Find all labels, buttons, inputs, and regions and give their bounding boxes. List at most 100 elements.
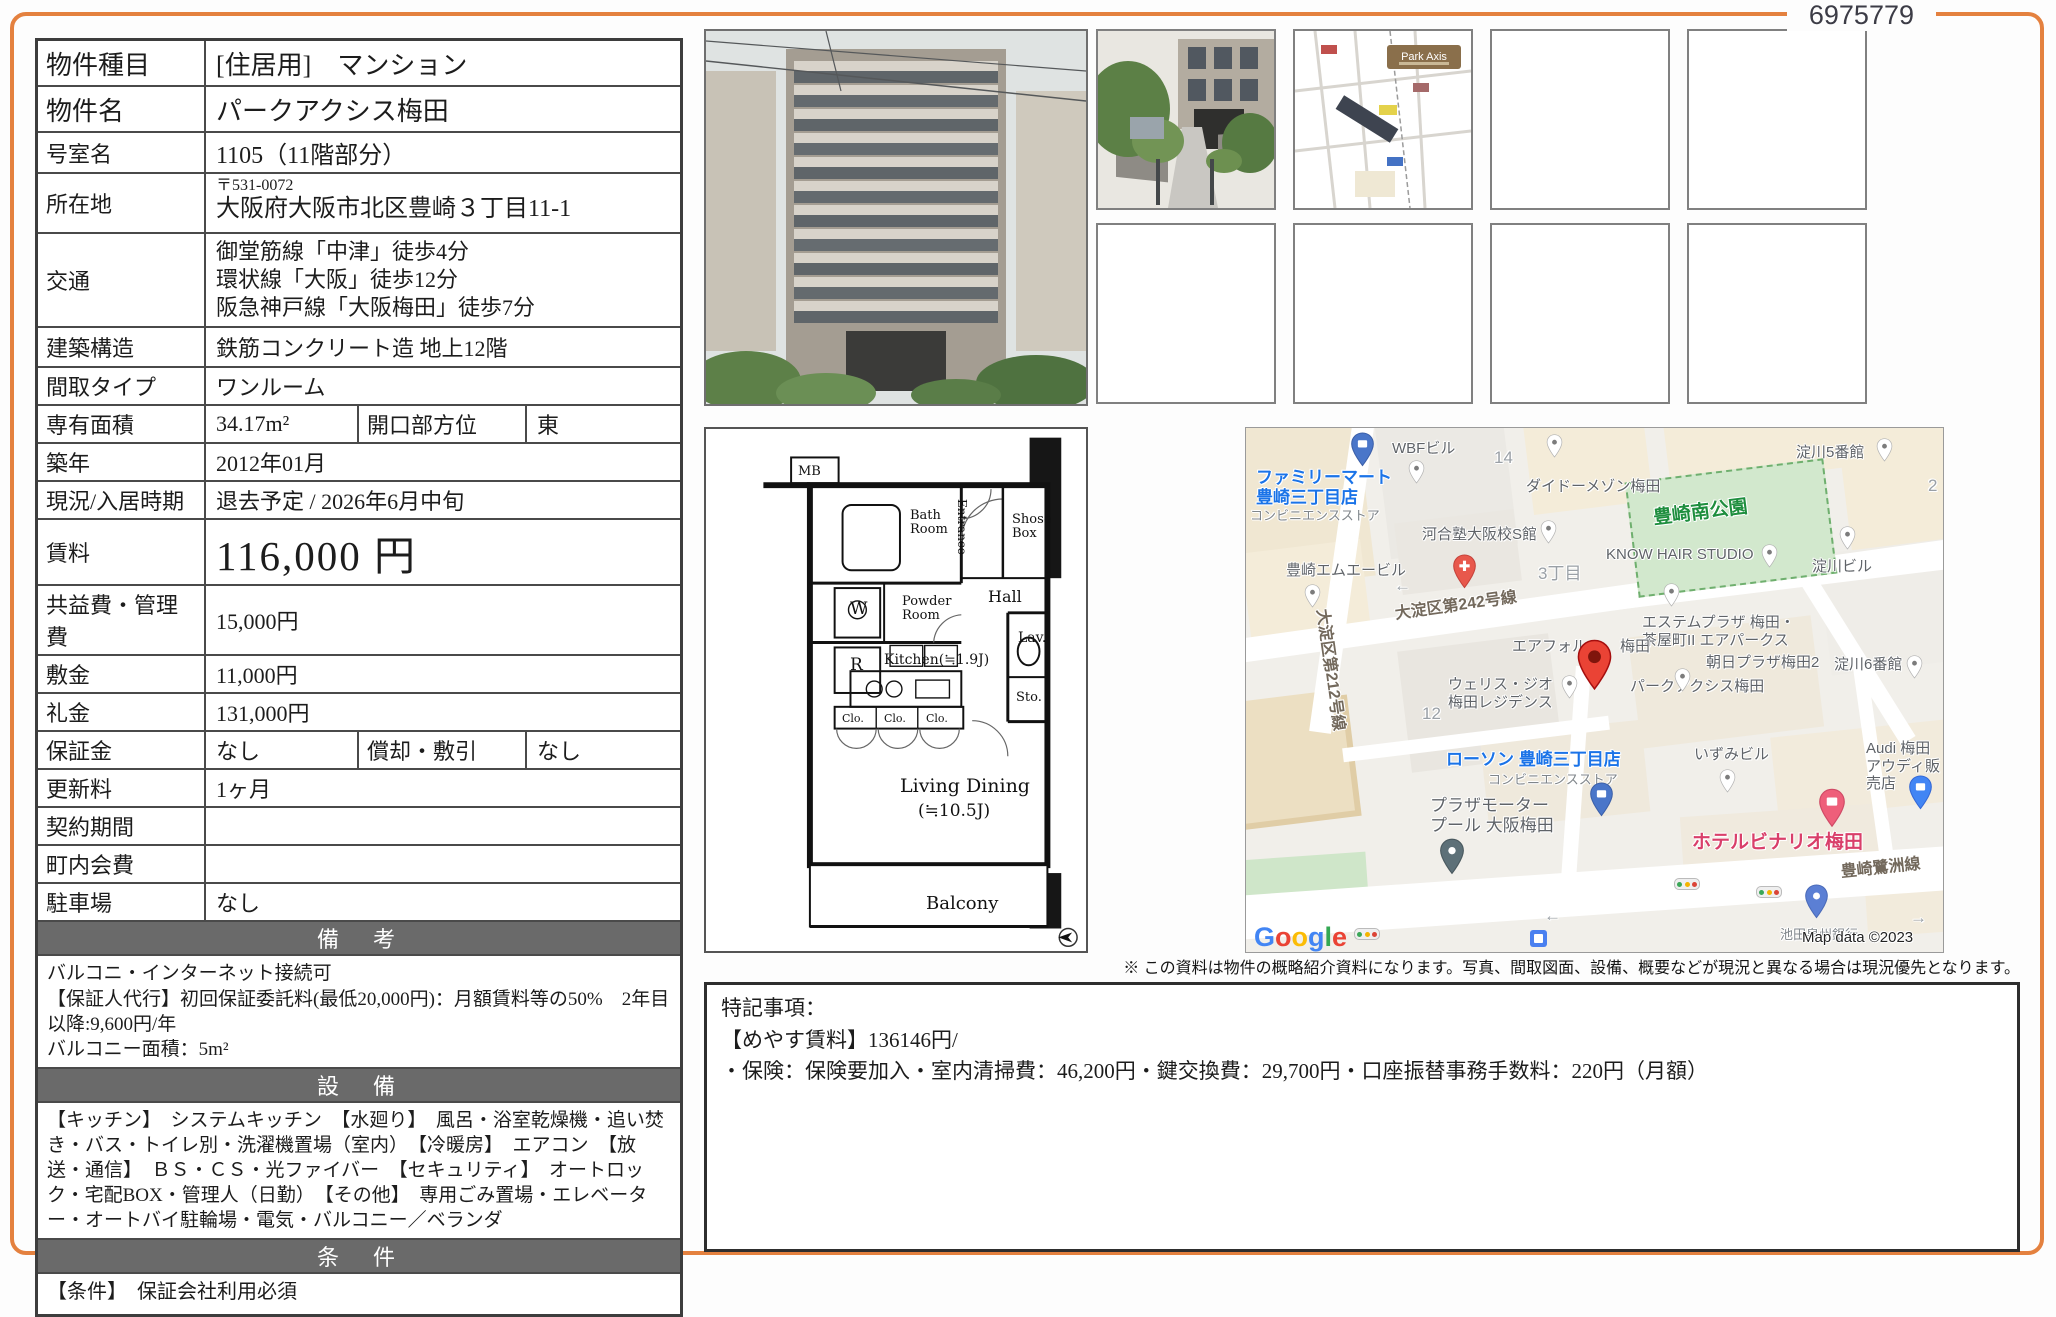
floorplan-label: Clo. <box>884 713 906 725</box>
notes-line: ・保険：保険要加入・室内清掃費：46,200円・鍵交換費：29,700円・口座振… <box>721 1056 2003 1088</box>
map-label: 淀川6番館 <box>1834 656 1902 674</box>
floorplan-label: Hall <box>988 589 1022 606</box>
location-map: WBFビルファミリーマート 豊崎三丁目店コンビニエンスストア 14 ダイドーメゾン梅… <box>1245 427 1944 953</box>
map-label: WBFビル <box>1392 440 1455 458</box>
map-label: ダイドーメゾン梅田 <box>1526 478 1660 496</box>
floorplan-label: Living Dining <box>900 777 1030 797</box>
map-pin-bank <box>1804 884 1829 919</box>
table-row: 物件種目[住居用] マンション <box>38 41 680 85</box>
google-logo-letter: o <box>1275 922 1292 952</box>
table-row-rent: 賃料116,000 円 <box>38 518 680 584</box>
map-label: 2 <box>1928 476 1937 496</box>
floorplan-label: MB <box>798 465 821 479</box>
floorplan-label: Clo. <box>926 713 948 725</box>
map-pin-poi <box>1674 668 1691 692</box>
floorplan-label: Powder Room <box>902 595 951 622</box>
entrance-photo-thumb <box>1096 29 1276 210</box>
conditions-body: 【条件】 保証会社利用必須 <box>38 1272 680 1314</box>
empty-photo-slot <box>1490 223 1670 404</box>
transport-line: 環状線「大阪」徒歩12分 <box>216 266 670 294</box>
map-pin-poi <box>1663 583 1680 607</box>
map-label: 3丁目 <box>1538 564 1581 584</box>
table-row-transport: 交通 御堂筋線「中津」徒歩4分 環状線「大阪」徒歩12分 阪急神戸線「大阪梅田」… <box>38 232 680 326</box>
map-pin-poi <box>1761 544 1778 568</box>
property-location-marker <box>1576 639 1613 691</box>
postal-code: 〒531-0072 <box>216 177 670 195</box>
floorplan-label: Sto. <box>1016 691 1042 705</box>
map-label: 14 <box>1494 448 1513 468</box>
map-label: 河合塾大阪校S館 <box>1422 526 1537 544</box>
map-label: 朝日プラザ梅田2 <box>1706 654 1819 672</box>
map-pin-poi <box>1906 655 1923 679</box>
google-logo-letter: G <box>1254 922 1275 952</box>
table-row: 号室名1105（11階部分） <box>38 131 680 172</box>
table-row-address: 所在地 〒531-0072 大阪府大阪市北区豊崎３丁目11-1 <box>38 172 680 232</box>
floorplan-label: Balcony <box>926 895 998 914</box>
traffic-light-icon <box>1756 886 1782 898</box>
map-label: コンビニエンスストア <box>1250 508 1380 523</box>
floorplan-label: Kitchen(≒1.9J) <box>884 653 989 668</box>
empty-photo-slot <box>1687 223 1867 404</box>
remarks-header: 備 考 <box>38 920 680 954</box>
building-photo <box>704 29 1088 406</box>
map-label: パークアクシス梅田 <box>1630 678 1764 696</box>
floorplan: MBBath RoomEntranceShose BoxHallWPowder … <box>704 427 1088 953</box>
map-pin-store <box>1350 432 1375 467</box>
property-table: 物件種目[住居用] マンション 物件名パークアクシス梅田 号室名1105（11階… <box>35 38 683 1317</box>
equipment-header: 設 備 <box>38 1067 680 1101</box>
table-row-area: 専有面積34.17m²開口部方位東 <box>38 404 680 442</box>
map-pin-hosp <box>1452 554 1477 589</box>
map-pin-poi <box>1839 526 1856 550</box>
map-label: 淀川ビル <box>1812 558 1872 576</box>
map-label: プラザモーター プール 大阪梅田 <box>1430 796 1554 836</box>
map-label: 12 <box>1422 704 1441 724</box>
map-label: 淀川5番館 <box>1796 444 1864 462</box>
table-row: 敷金11,000円 <box>38 654 680 692</box>
access-map-brand: Park Axis <box>1401 51 1447 63</box>
remarks-line: 【保証人代行】初回保証委託料(最低20,000円)：月額賃料等の50% 2年目以… <box>47 987 671 1037</box>
traffic-light-icon <box>1354 928 1380 940</box>
map-pin-shop <box>1908 775 1933 810</box>
rent-amount: 116,000 円 <box>206 520 680 584</box>
table-row-deposit: 保証金なし償却・敷引なし <box>38 730 680 768</box>
map-pin-poi <box>1408 460 1425 484</box>
map-label: 梅田 <box>1620 638 1650 656</box>
special-notes-box: 特記事項： 【めやす賃料】136146円/ ・保険：保険要加入・室内清掃費：46… <box>704 982 2020 1252</box>
floorplan-label: Entrance <box>955 499 968 555</box>
table-row: 築年2012年01月 <box>38 442 680 480</box>
table-row: 建築構造鉄筋コンクリート造 地上12階 <box>38 326 680 366</box>
map-label: 豊崎エムエービル <box>1286 562 1406 580</box>
conditions-header: 条 件 <box>38 1238 680 1272</box>
map-pin-poi <box>1540 520 1557 544</box>
empty-photo-slot <box>1293 223 1473 404</box>
map-pin-store <box>1589 782 1614 817</box>
empty-photo-slot <box>1096 223 1276 404</box>
map-pin-teal <box>1439 838 1465 875</box>
remarks-line: バルコニ・インターネット接続可 <box>47 961 671 986</box>
map-pin-poi <box>1719 769 1736 793</box>
table-row: 礼金131,000円 <box>38 692 680 730</box>
google-logo-letter: e <box>1332 922 1347 952</box>
empty-photo-slot <box>1490 29 1670 210</box>
remarks-body: バルコニ・インターネット接続可 【保証人代行】初回保証委託料(最低20,000円… <box>38 954 680 1066</box>
map-label: → <box>1910 908 1927 928</box>
thumbnail-grid: Park Axis <box>1096 29 1868 404</box>
google-logo-letter: o <box>1292 922 1309 952</box>
map-label: ← <box>1544 906 1561 926</box>
map-label: ローソン 豊崎三丁目店 <box>1446 750 1621 770</box>
floorplan-label: Clo. <box>842 713 864 725</box>
floorplan-label: R <box>850 657 863 675</box>
map-pin-poi <box>1546 434 1563 458</box>
floorplan-label: W <box>850 601 867 619</box>
remarks-line: バルコニー面積：5m² <box>47 1037 671 1062</box>
transport-line: 御堂筋線「中津」徒歩4分 <box>216 238 670 266</box>
map-label: ウェリス・ジオ 梅田レジデンス <box>1448 676 1553 711</box>
street-address: 大阪府大阪市北区豊崎３丁目11-1 <box>216 195 670 224</box>
map-label: ファミリーマート 豊崎三丁目店 <box>1256 468 1392 508</box>
floorplan-label: (≒10.5J) <box>918 803 990 821</box>
floorplan-label: Bath Room <box>910 509 948 536</box>
google-logo-letter: g <box>1308 922 1325 952</box>
map-pin-poi <box>1304 584 1321 608</box>
table-row: 更新料1ヶ月 <box>38 768 680 806</box>
table-row: 町内会費 <box>38 844 680 882</box>
